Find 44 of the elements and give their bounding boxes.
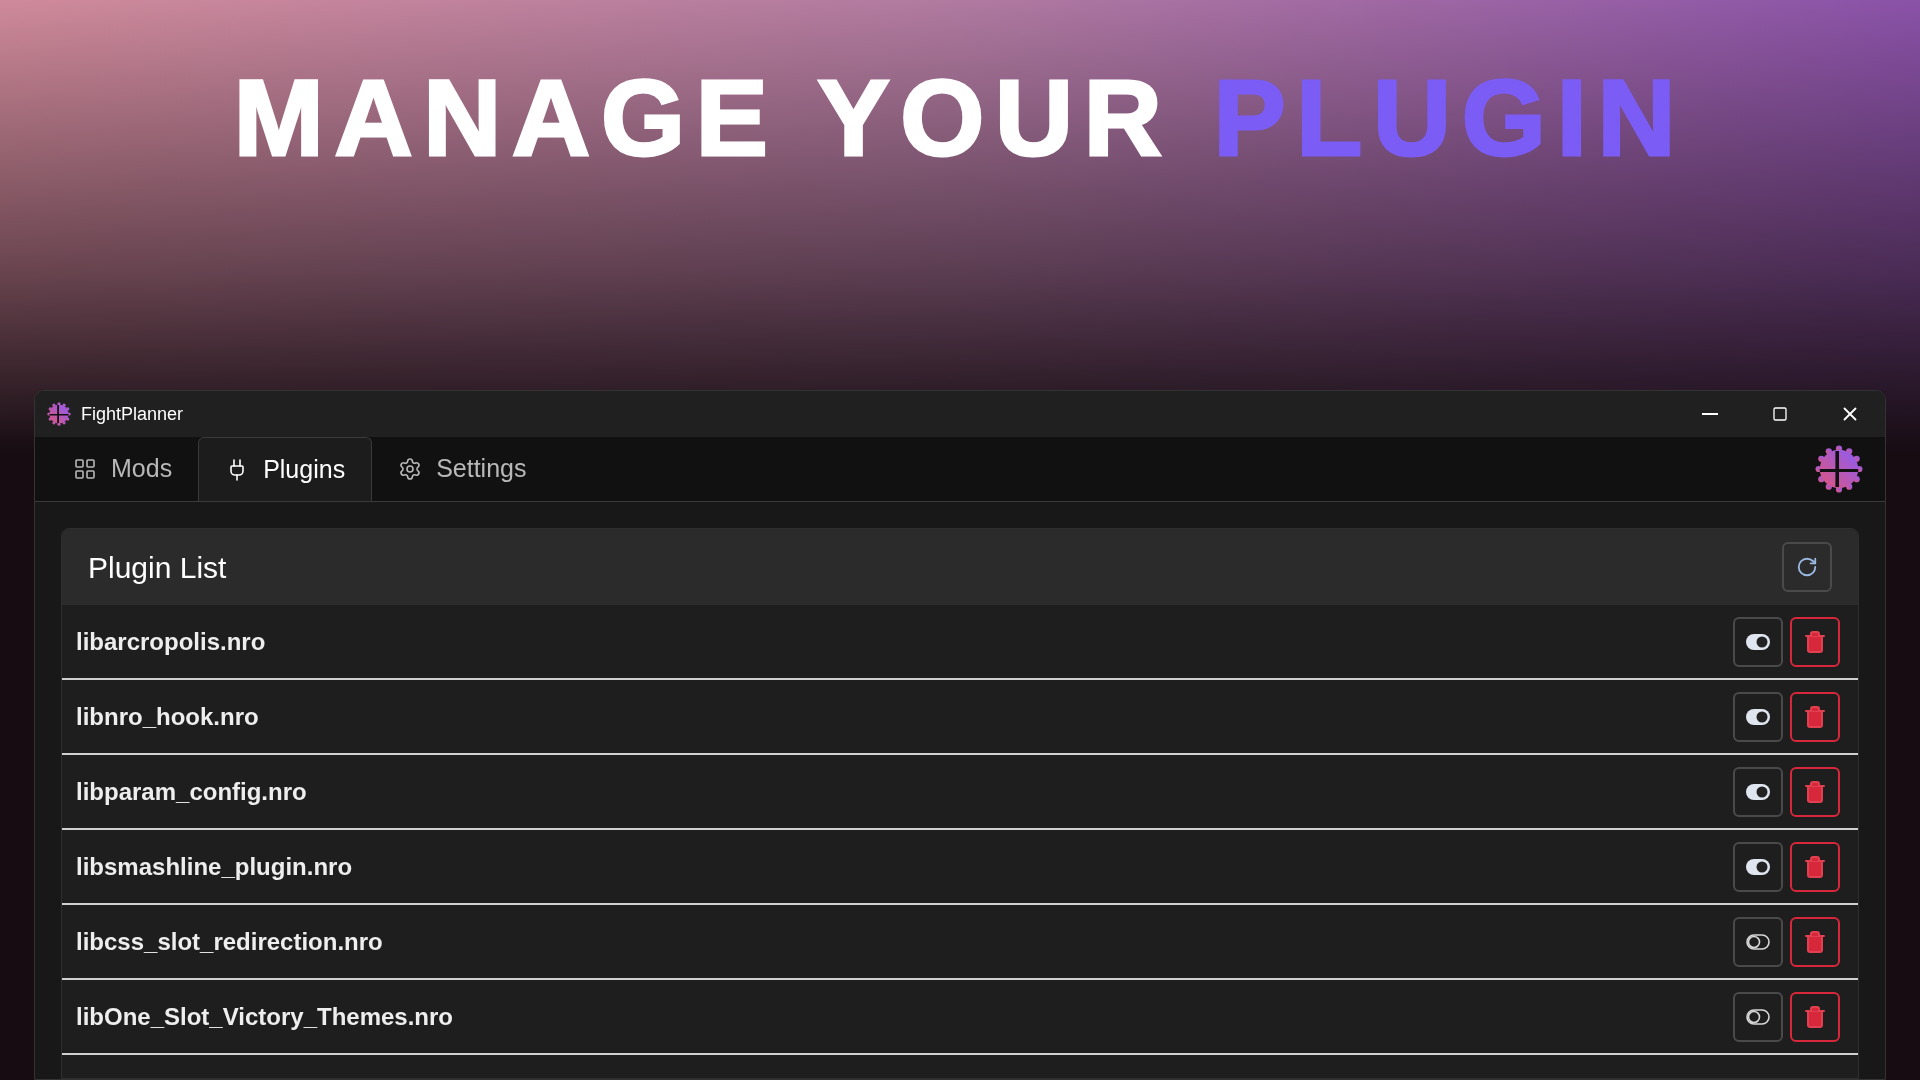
refresh-button[interactable]: [1782, 542, 1832, 592]
trash-icon: [1803, 1004, 1827, 1029]
grid-icon: [73, 457, 97, 481]
toggle-button[interactable]: [1733, 991, 1783, 1042]
delete-button[interactable]: [1790, 691, 1840, 742]
trash-icon: [1803, 704, 1827, 729]
window-title: FightPlanner: [81, 402, 184, 426]
headline: MANAGE YOUR PLUGIN: [233, 63, 1687, 172]
trash-icon: [1803, 629, 1827, 654]
plugin-name: libsmashline_plugin.nro: [76, 851, 354, 882]
plugin-name: libparam_config.nro: [76, 776, 308, 807]
tab[interactable]: Plugins: [198, 437, 373, 501]
toggle-button[interactable]: [1733, 691, 1783, 742]
toggle-on-icon: [1746, 633, 1770, 650]
tab[interactable]: Settings: [372, 437, 553, 501]
toggle-button[interactable]: [1733, 841, 1783, 892]
plugin-name: libnro_hook.nro: [76, 701, 260, 732]
delete-button[interactable]: [1790, 616, 1840, 667]
refresh-icon: [1796, 556, 1818, 578]
settings-icon: [398, 457, 423, 481]
panel-title: Plugin List: [88, 549, 228, 586]
trash-icon: [1803, 854, 1827, 879]
toggle-button[interactable]: [1733, 616, 1783, 667]
toggle-button[interactable]: [1733, 916, 1783, 967]
toggle-on-icon: [1746, 783, 1770, 800]
toggle-button[interactable]: [1733, 766, 1783, 817]
app-logo-icon: [47, 402, 71, 426]
delete-button[interactable]: [1790, 841, 1840, 892]
app-logo-icon: [1815, 445, 1863, 493]
plugin-name: libOne_Slot_Victory_Themes.nro: [76, 1001, 454, 1032]
toggle-on-icon: [1746, 708, 1770, 725]
maximize-icon: [1772, 406, 1788, 422]
plugin-name: libcss_slot_redirection.nro: [76, 926, 384, 957]
toggle-on-icon: [1746, 858, 1770, 875]
toggle-off-icon: [1746, 933, 1770, 950]
tab[interactable]: Mods: [47, 437, 199, 501]
delete-button[interactable]: [1790, 766, 1840, 817]
delete-button[interactable]: [1790, 916, 1840, 967]
trash-icon: [1803, 929, 1827, 954]
plugin-name: libarcropolis.nro: [76, 626, 267, 657]
toggle-off-icon: [1746, 1008, 1770, 1025]
delete-button[interactable]: [1790, 991, 1840, 1042]
trash-icon: [1803, 779, 1827, 804]
minimize-icon: [1702, 413, 1718, 415]
